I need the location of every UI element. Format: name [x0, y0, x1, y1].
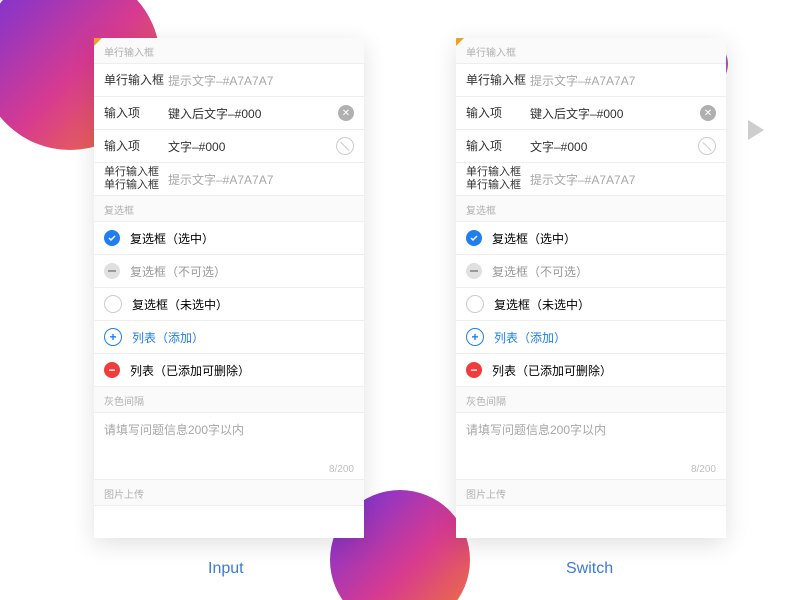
textarea-placeholder: 请填写问题信息200字以内	[466, 421, 716, 438]
checkbox-disabled-icon	[104, 263, 120, 279]
section-title-checkbox: 复选框	[456, 196, 726, 222]
panel-input: 单行输入框 单行输入框 提示文字–#A7A7A7 输入项 键入后文字–#000 …	[94, 38, 364, 538]
input-label: 单行输入框 单行输入框	[466, 166, 530, 192]
input-placeholder: 提示文字–#A7A7A7	[530, 72, 716, 89]
panel-switch: 单行输入框 单行输入框 提示文字–#A7A7A7 输入项 键入后文字–#000 …	[456, 38, 726, 538]
input-row-typed[interactable]: 输入项 键入后文字–#000 ✕	[456, 97, 726, 130]
textarea-field[interactable]: 请填写问题信息200字以内 8/200	[94, 413, 364, 480]
input-label: 输入项	[104, 139, 168, 153]
list-label: 列表（已添加可删除）	[492, 362, 612, 379]
clear-icon[interactable]: ✕	[700, 105, 716, 121]
input-value: 文字–#000	[168, 138, 336, 155]
section-title-upload: 图片上传	[94, 480, 364, 506]
input-row-typed[interactable]: 输入项 键入后文字–#000 ✕	[94, 97, 364, 130]
plus-icon: +	[104, 328, 122, 346]
input-value: 文字–#000	[530, 138, 698, 155]
list-row-add[interactable]: + 列表（添加）	[94, 321, 364, 354]
input-placeholder: 提示文字–#A7A7A7	[168, 171, 354, 188]
checkbox-label: 复选框（不可选）	[492, 263, 588, 280]
checkbox-row-unchecked[interactable]: 复选框（未选中）	[456, 288, 726, 321]
list-label: 列表（添加）	[132, 329, 204, 346]
input-label: 单行输入框 单行输入框	[104, 166, 168, 192]
input-row-single[interactable]: 单行输入框 提示文字–#A7A7A7	[456, 64, 726, 97]
textarea-placeholder: 请填写问题信息200字以内	[104, 421, 354, 438]
checkbox-unchecked-icon	[466, 295, 484, 313]
checkbox-row-unchecked[interactable]: 复选框（未选中）	[94, 288, 364, 321]
list-label: 列表（已添加可删除）	[130, 362, 250, 379]
block-icon	[698, 137, 716, 155]
panel-caption-switch: Switch	[566, 560, 613, 578]
input-label: 输入项	[466, 106, 530, 120]
textarea-counter: 8/200	[329, 464, 354, 475]
input-row-readonly[interactable]: 输入项 文字–#000	[94, 130, 364, 163]
input-label: 输入项	[466, 139, 530, 153]
checkbox-unchecked-icon	[104, 295, 122, 313]
input-label: 单行输入框	[466, 73, 530, 87]
plus-icon: +	[466, 328, 484, 346]
input-row-readonly[interactable]: 输入项 文字–#000	[456, 130, 726, 163]
input-label: 单行输入框	[104, 73, 168, 87]
input-row-single[interactable]: 单行输入框 提示文字–#A7A7A7	[94, 64, 364, 97]
block-icon	[336, 137, 354, 155]
list-row-removable[interactable]: − 列表（已添加可删除）	[94, 354, 364, 387]
section-title-checkbox: 复选框	[94, 196, 364, 222]
section-title-gap: 灰色间隔	[94, 387, 364, 413]
checkbox-disabled-icon	[466, 263, 482, 279]
input-label: 输入项	[104, 106, 168, 120]
input-placeholder: 提示文字–#A7A7A7	[168, 72, 354, 89]
textarea-field[interactable]: 请填写问题信息200字以内 8/200	[456, 413, 726, 480]
checkbox-label: 复选框（选中）	[492, 230, 576, 247]
list-row-removable[interactable]: − 列表（已添加可删除）	[456, 354, 726, 387]
input-row-multiline-label[interactable]: 单行输入框 单行输入框 提示文字–#A7A7A7	[94, 163, 364, 196]
input-row-multiline-label[interactable]: 单行输入框 单行输入框 提示文字–#A7A7A7	[456, 163, 726, 196]
panel-caption-input: Input	[208, 560, 244, 578]
section-title-input: 单行输入框	[94, 38, 364, 64]
checkbox-label: 复选框（选中）	[130, 230, 214, 247]
checkbox-label: 复选框（不可选）	[130, 263, 226, 280]
minus-icon: −	[104, 362, 120, 378]
input-placeholder: 提示文字–#A7A7A7	[530, 171, 716, 188]
upload-row[interactable]	[456, 506, 726, 538]
checkbox-row-checked[interactable]: 复选框（选中）	[94, 222, 364, 255]
clear-icon[interactable]: ✕	[338, 105, 354, 121]
checkbox-checked-icon	[466, 230, 482, 246]
list-label: 列表（添加）	[494, 329, 566, 346]
textarea-counter: 8/200	[691, 464, 716, 475]
checkbox-row-checked[interactable]: 复选框（选中）	[456, 222, 726, 255]
upload-row[interactable]	[94, 506, 364, 538]
checkbox-checked-icon	[104, 230, 120, 246]
play-icon	[748, 120, 764, 140]
checkbox-label: 复选框（未选中）	[132, 296, 228, 313]
checkbox-row-disabled: 复选框（不可选）	[456, 255, 726, 288]
checkbox-label: 复选框（未选中）	[494, 296, 590, 313]
input-value: 键入后文字–#000	[168, 105, 338, 122]
input-value: 键入后文字–#000	[530, 105, 700, 122]
section-title-gap: 灰色间隔	[456, 387, 726, 413]
checkbox-row-disabled: 复选框（不可选）	[94, 255, 364, 288]
list-row-add[interactable]: + 列表（添加）	[456, 321, 726, 354]
section-title-upload: 图片上传	[456, 480, 726, 506]
minus-icon: −	[466, 362, 482, 378]
section-title-input: 单行输入框	[456, 38, 726, 64]
